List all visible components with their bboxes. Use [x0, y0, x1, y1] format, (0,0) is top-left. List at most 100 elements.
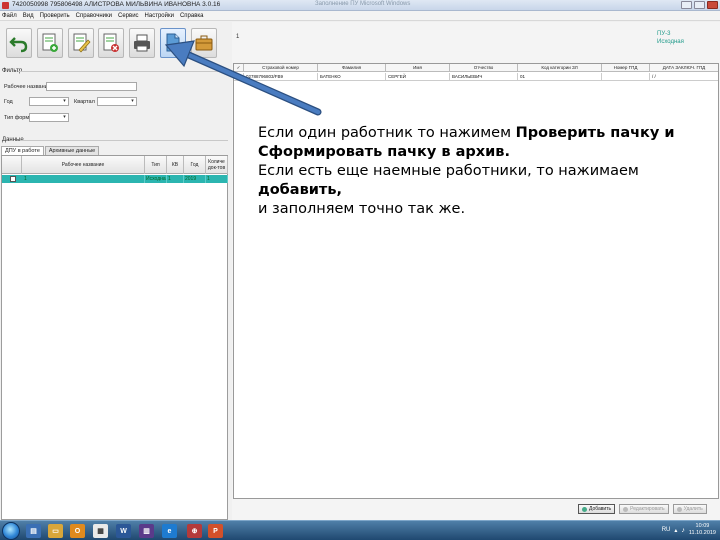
grid-header-count[interactable]: Количе док-тов [206, 156, 228, 174]
form-batch-button[interactable] [160, 28, 186, 58]
form-type-select[interactable]: ▾ [29, 113, 69, 122]
row-year: 2019 [184, 175, 206, 183]
window-title-right: Заполнение ПУ Microsoft Windows [315, 1, 411, 7]
add-icon [582, 506, 587, 512]
clock[interactable]: 10:09 11.10.2019 [689, 523, 716, 537]
add-button[interactable]: Добавить [578, 504, 616, 514]
internet-explorer-icon[interactable]: e [162, 524, 177, 538]
system-tray: RU ▴ ♪ 10:09 11.10.2019 [662, 523, 716, 537]
delete-icon [676, 506, 682, 512]
doc-header-gpd-date[interactable]: ДАТА ЗАКЛЮЧ. ГПД [650, 64, 718, 72]
delete-button[interactable]: Удалить [672, 504, 707, 514]
table-row[interactable]: 1 02788796803/FB9 БАТЕНКО СЕРГЕЙ ВАСИЛЬЕ… [234, 73, 718, 81]
row-num: 1 [22, 175, 145, 183]
name-label: Рабочее название [4, 84, 51, 90]
document-table-header: ✓ Страховой номер Фамилия Имя Отчество К… [234, 64, 718, 72]
form-subtype: Исходная [657, 39, 684, 45]
archive-button[interactable] [191, 28, 217, 58]
data-tabs: ДПУ в работе Архивные данные [1, 146, 100, 155]
menu-service[interactable]: Сервис [118, 11, 139, 20]
edit-button-label: Редактировать [630, 506, 665, 512]
form-code: ПУ-3 [657, 31, 671, 37]
window-title-bar: 7420050998 795806498 АЛИСТРОВА МИЛЬВИНА … [0, 0, 720, 11]
instruction-line3-plain: и заполняем точно так же. [258, 201, 466, 217]
printer-icon [134, 34, 150, 52]
menu-check[interactable]: Проверить [40, 11, 70, 20]
doc-row-num: 1 [234, 73, 244, 81]
doc-header-snils[interactable]: Страховой номер [244, 64, 318, 72]
doc-header-category[interactable]: Код категории ЗЛ [518, 64, 602, 72]
menu-help[interactable]: Справка [180, 11, 204, 20]
back-button[interactable] [6, 28, 32, 58]
doc-header-gpd-number[interactable]: Номер ГПД [602, 64, 650, 72]
chevron-down-icon: ▾ [63, 98, 66, 104]
media-icon[interactable]: ▦ [93, 524, 108, 538]
explorer-icon[interactable]: ▤ [26, 524, 41, 538]
app-window-icon[interactable]: ▥ [139, 524, 154, 538]
menu-view[interactable]: Вид [23, 11, 34, 20]
grid-header-name[interactable]: Рабочее название [22, 156, 145, 174]
language-indicator[interactable]: RU [662, 527, 671, 533]
grid-header: Рабочее название Тип КВ Год Количе док-т… [2, 156, 228, 174]
document-add-icon [42, 33, 58, 52]
chevron-down-icon: ▾ [131, 98, 134, 104]
menu-references[interactable]: Справочники [76, 11, 112, 20]
tray-arrow-icon[interactable]: ▴ [674, 527, 677, 534]
doc-header-name[interactable]: Имя [386, 64, 450, 72]
instruction-line2-plain: Если есть еще наемные работники, то нажи… [258, 163, 639, 179]
batches-grid: Рабочее название Тип КВ Год Количе док-т… [1, 155, 228, 520]
doc-row-snils: 02788796803/FB9 [244, 73, 318, 81]
doc-header-surname[interactable]: Фамилия [318, 64, 386, 72]
doc-header-check: ✓ [234, 64, 244, 72]
app-icon [2, 2, 9, 9]
data-divider [20, 140, 228, 141]
quarter-select[interactable]: ▾ [97, 97, 137, 106]
window-title: 7420050998 795806498 АЛИСТРОВА МИЛЬВИНА … [12, 1, 221, 8]
grid-header-select [2, 156, 22, 174]
menu-settings[interactable]: Настройки [145, 11, 174, 20]
instruction-line2-bold: добавить, [258, 182, 342, 198]
doc-row-gpd-number [602, 73, 650, 81]
document-blue-icon [166, 33, 180, 52]
folder-icon[interactable]: ▭ [48, 524, 63, 538]
table-row[interactable]: 1 Исходная 1 2019 1 [2, 175, 228, 183]
bottom-actions: Добавить Редактировать Удалить [578, 504, 707, 514]
tab-in-work[interactable]: ДПУ в работе [1, 146, 44, 155]
name-input[interactable] [46, 82, 137, 91]
maximize-button[interactable] [694, 1, 705, 9]
year-select[interactable]: ▾ [29, 97, 69, 106]
grid-header-kv[interactable]: КВ [167, 156, 184, 174]
page-number: 1 [236, 34, 240, 40]
add-button-label: Добавить [589, 506, 612, 512]
minimize-button[interactable] [681, 1, 692, 9]
word-icon[interactable]: W [116, 524, 131, 538]
start-button[interactable] [2, 522, 20, 540]
volume-icon[interactable]: ♪ [681, 527, 685, 534]
row-checkbox[interactable] [10, 176, 16, 182]
doc-row-name: СЕРГЕЙ [386, 73, 450, 81]
close-window-button[interactable] [707, 1, 718, 9]
doc-row-gpd-date: / / [652, 74, 656, 79]
outlook-icon[interactable]: O [70, 524, 85, 538]
pu-program-icon[interactable]: ⊕ [187, 524, 202, 538]
menu-file[interactable]: Файл [2, 11, 17, 20]
row-kv: 1 [167, 175, 184, 183]
quarter-label: Квартал [74, 99, 95, 105]
tab-archive[interactable]: Архивные данные [44, 146, 100, 155]
grid-header-type[interactable]: Тип [145, 156, 167, 174]
delete-document-button[interactable] [98, 28, 124, 58]
edit-document-button[interactable] [68, 28, 94, 58]
print-button[interactable] [129, 28, 155, 58]
chevron-down-icon: ▾ [63, 114, 66, 120]
clock-time: 10:09 [695, 523, 710, 529]
powerpoint-icon[interactable]: P [208, 524, 223, 538]
clock-date: 11.10.2019 [688, 530, 716, 536]
document-delete-icon [103, 33, 119, 52]
add-document-button[interactable] [37, 28, 63, 58]
toolbar [0, 22, 232, 64]
edit-button[interactable]: Редактировать [619, 504, 669, 514]
undo-arrow-icon [9, 37, 28, 53]
instruction-line1-plain: Если один работник то нажимем [258, 125, 516, 141]
grid-header-year[interactable]: Год [184, 156, 206, 174]
doc-header-patronymic[interactable]: Отчество [450, 64, 518, 72]
